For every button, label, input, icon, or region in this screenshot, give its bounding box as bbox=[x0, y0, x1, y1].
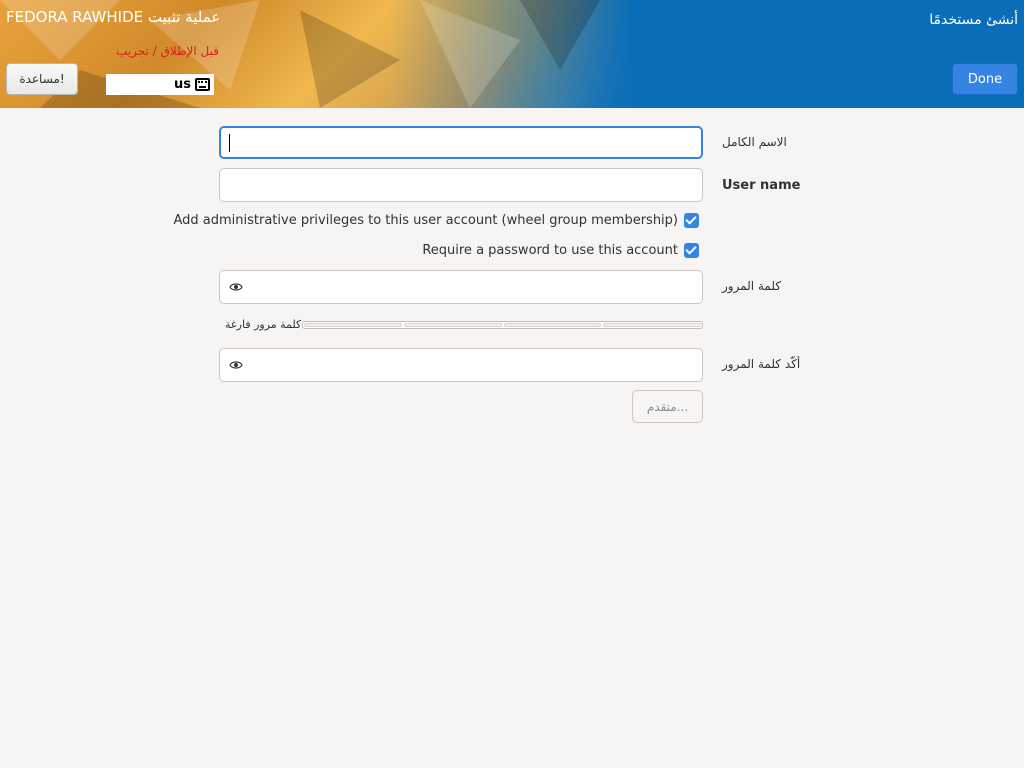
eye-icon[interactable] bbox=[229, 359, 243, 371]
screen-title: أنشئ مستخدمًا bbox=[929, 12, 1018, 28]
keyboard-layout-indicator[interactable]: us bbox=[106, 74, 214, 95]
admin-privileges-checkbox[interactable] bbox=[684, 213, 699, 228]
prerelease-warning: قبل الإطلاق / تجريب bbox=[116, 44, 219, 58]
admin-privileges-label: Add administrative privileges to this us… bbox=[173, 213, 678, 228]
password-strength-bar bbox=[302, 321, 703, 329]
advanced-button[interactable]: متقدم... bbox=[632, 390, 703, 423]
confirm-password-label: أكّد كلمة المرور bbox=[722, 357, 801, 371]
full-name-label: الاسم الكامل bbox=[722, 135, 787, 149]
require-password-checkbox[interactable] bbox=[684, 243, 699, 258]
password-label: كلمة المرور bbox=[722, 279, 782, 293]
text-cursor bbox=[229, 134, 230, 152]
keyboard-layout-label: us bbox=[174, 77, 191, 92]
confirm-password-input[interactable] bbox=[219, 348, 703, 382]
help-button[interactable]: مساعدة! bbox=[6, 63, 78, 95]
admin-privileges-option[interactable]: Add administrative privileges to this us… bbox=[173, 213, 699, 228]
keyboard-icon bbox=[195, 78, 210, 91]
require-password-option[interactable]: Require a password to use this account bbox=[422, 243, 699, 258]
username-label: User name bbox=[722, 178, 801, 193]
strength-segment bbox=[403, 323, 502, 327]
full-name-input[interactable] bbox=[219, 126, 703, 159]
strength-segment bbox=[304, 323, 402, 327]
header-bar: FEDORA RAWHIDE عملية تثبيت قبل الإطلاق /… bbox=[0, 0, 1024, 108]
done-button[interactable]: Done bbox=[952, 63, 1018, 95]
eye-icon[interactable] bbox=[229, 281, 243, 293]
password-input[interactable] bbox=[219, 270, 703, 304]
strength-segment bbox=[503, 323, 602, 327]
username-input[interactable] bbox=[219, 168, 703, 202]
password-strength-text: كلمة مرور فارغة bbox=[225, 318, 302, 331]
product-title: FEDORA RAWHIDE عملية تثبيت bbox=[6, 8, 221, 26]
require-password-label: Require a password to use this account bbox=[422, 243, 678, 258]
strength-segment bbox=[603, 323, 701, 327]
